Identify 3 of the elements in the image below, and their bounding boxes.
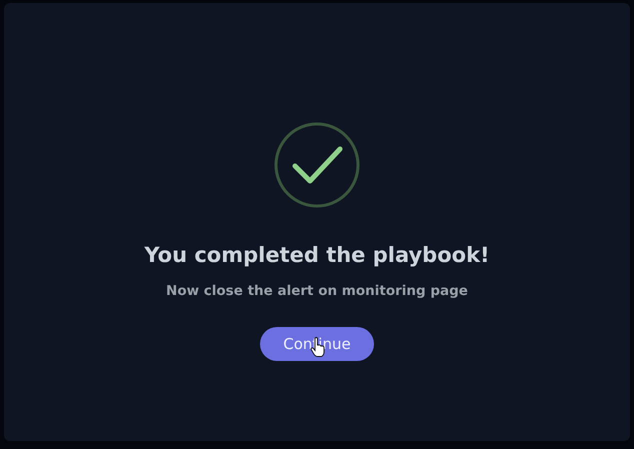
checkmark-icon (273, 121, 361, 209)
dialog-title: You completed the playbook! (144, 243, 490, 267)
dialog-message: Now close the alert on monitoring page (166, 283, 468, 299)
